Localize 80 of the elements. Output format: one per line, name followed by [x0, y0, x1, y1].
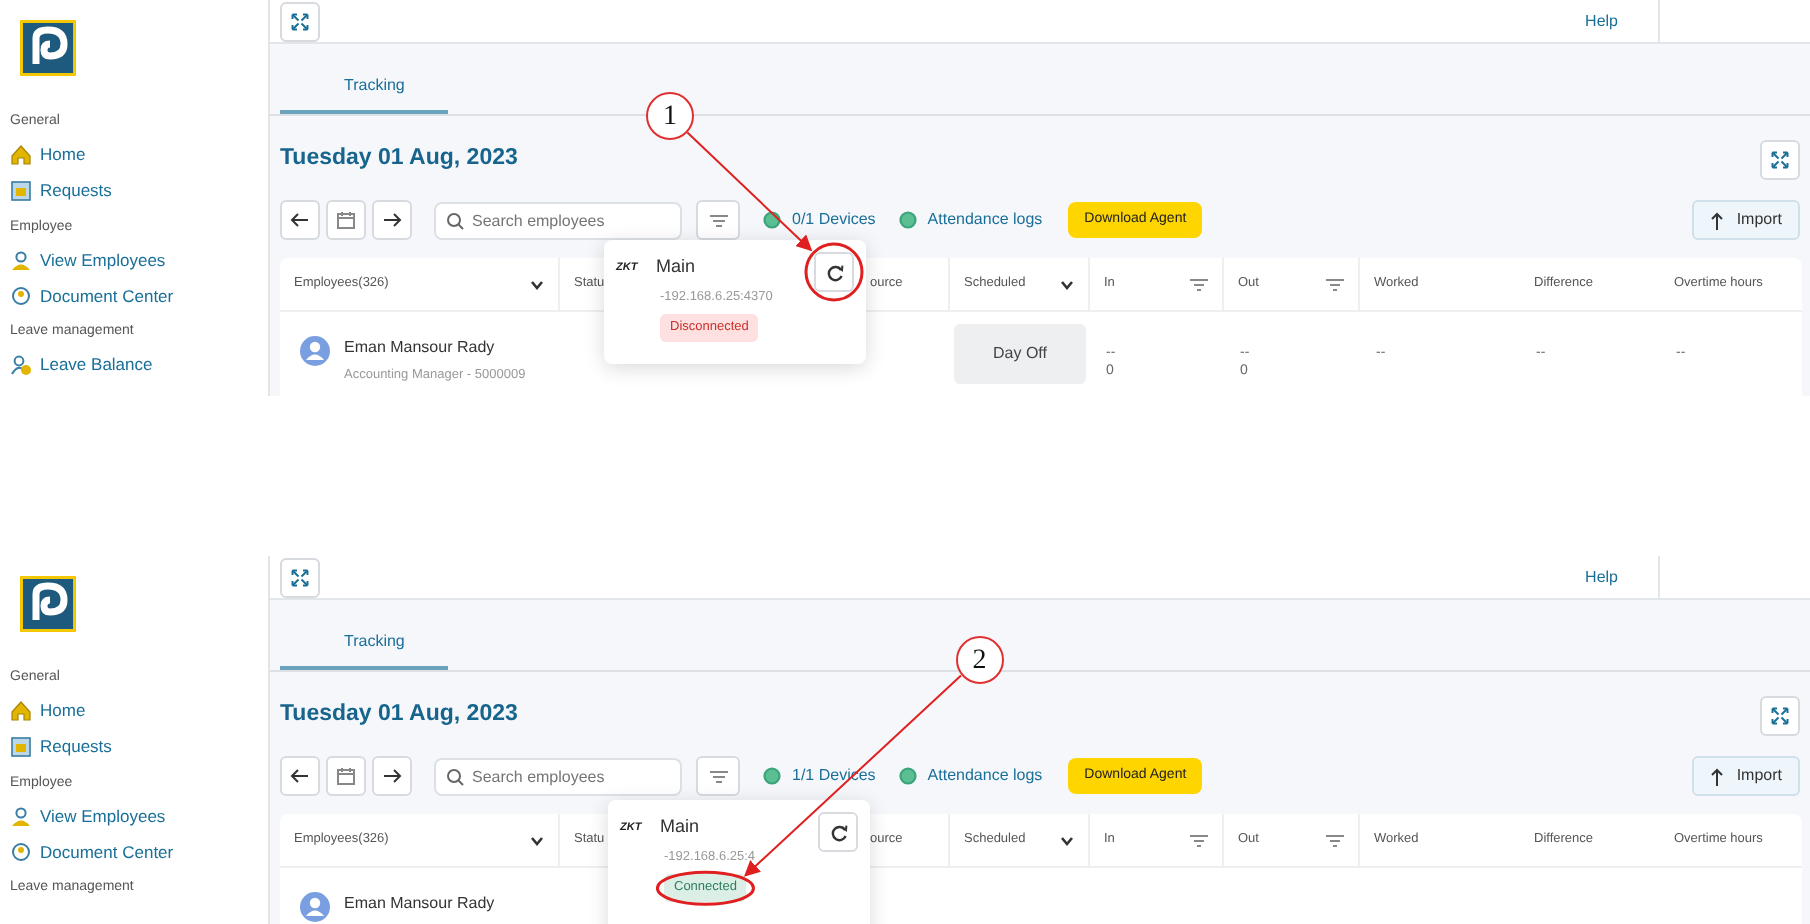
refresh-icon [829, 823, 847, 841]
search-icon [446, 211, 464, 229]
device-name: Main [660, 814, 700, 840]
chevron-down-icon [530, 279, 544, 289]
search-icon [446, 767, 464, 785]
logo [20, 20, 76, 76]
filter-button[interactable] [696, 756, 740, 796]
calendar-icon [336, 210, 356, 230]
highlight-circle [655, 870, 755, 906]
help-link[interactable]: Help [1585, 0, 1660, 43]
filter-icon [707, 767, 729, 785]
filter-icon [1326, 833, 1344, 847]
person-clock-icon [10, 354, 32, 376]
refresh-button[interactable] [814, 252, 854, 292]
refresh-button[interactable] [818, 812, 858, 852]
import-button[interactable]: Import [1692, 756, 1800, 796]
arrow-left-icon [290, 766, 310, 786]
arrow-up-icon [1710, 767, 1725, 785]
employee-name: Eman Mansour Rady [344, 892, 495, 916]
devices-link[interactable]: 0/1 Devices [762, 208, 876, 232]
next-button[interactable] [372, 200, 412, 240]
filter-icon [1326, 277, 1344, 291]
tab[interactable]: Tracking [280, 64, 449, 114]
attendance-logs-link[interactable]: Attendance logs [897, 764, 1043, 788]
filter-icon [1190, 277, 1208, 291]
filter-icon [1190, 833, 1208, 847]
person-badge-icon [10, 285, 32, 307]
person-icon [10, 805, 32, 827]
clipboard-icon [10, 736, 32, 758]
arrow-left-icon [290, 210, 310, 230]
next-button[interactable] [372, 756, 412, 796]
person-badge-icon [10, 841, 32, 863]
device-name: Main [656, 254, 696, 280]
chevron-down-icon [1060, 279, 1074, 289]
annotation-arrow [686, 131, 813, 252]
search-field[interactable]: Search employees [434, 757, 682, 795]
refresh-icon [825, 263, 843, 281]
expand-button[interactable] [280, 1, 320, 41]
home-icon [10, 144, 32, 166]
date-title: Tuesday 01 Aug, 2023 [280, 700, 518, 731]
chevron-down-icon [1060, 835, 1074, 845]
arrow-right-icon [382, 766, 402, 786]
home-icon [10, 700, 32, 722]
fullscreen-button[interactable] [1760, 140, 1800, 180]
avatar-icon [300, 336, 330, 366]
highlight-circle [804, 242, 864, 302]
expand-button[interactable] [280, 557, 320, 597]
attendance-logs-link[interactable]: Attendance logs [897, 208, 1043, 232]
sidebar-link[interactable]: Document Center [10, 838, 268, 866]
sidebar-link[interactable]: Requests [10, 177, 268, 205]
sidebar-link[interactable]: Requests [10, 733, 268, 761]
expand-icon [288, 565, 312, 589]
import-button[interactable]: Import [1692, 200, 1800, 240]
sidebar-link[interactable]: Document Center [10, 282, 268, 310]
person-icon [10, 249, 32, 271]
sidebar-link[interactable]: Home [10, 697, 268, 725]
sidebar-link[interactable]: Home [10, 141, 268, 169]
logo [20, 576, 76, 632]
chevron-down-icon [530, 835, 544, 845]
clipboard-icon [10, 180, 32, 202]
arrow-right-icon [382, 210, 402, 230]
expand-icon [1768, 148, 1792, 172]
sidebar-link[interactable]: View Employees [10, 246, 268, 274]
filter-icon [707, 211, 729, 229]
help-link[interactable]: Help [1585, 556, 1660, 599]
employee-name: Eman Mansour Rady [344, 336, 497, 360]
expand-icon [1768, 704, 1792, 728]
calendar-icon [336, 766, 356, 786]
expand-icon [288, 9, 312, 33]
search-field[interactable]: Search employees [434, 201, 682, 239]
date-title: Tuesday 01 Aug, 2023 [280, 144, 518, 175]
schedule-chip: Day Off [954, 324, 1086, 384]
sidebar-link[interactable]: View Employees [10, 802, 268, 830]
arrow-up-icon [1710, 211, 1725, 229]
fullscreen-button[interactable] [1760, 696, 1800, 736]
sidebar-link[interactable]: Leave Balance [10, 351, 268, 379]
previous-button[interactable] [280, 200, 320, 240]
previous-button[interactable] [280, 756, 320, 796]
filter-button[interactable] [696, 200, 740, 240]
tab[interactable]: Tracking [280, 620, 449, 670]
